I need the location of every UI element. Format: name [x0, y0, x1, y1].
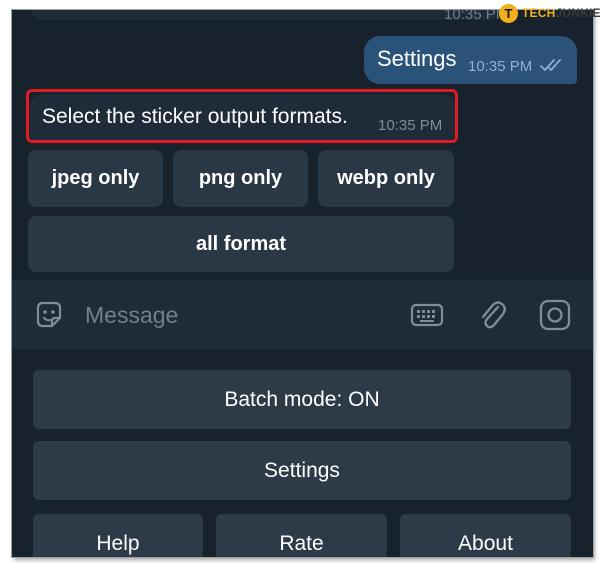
message-input-bar: Message: [12, 280, 593, 350]
all-format-button[interactable]: all format: [28, 216, 454, 272]
webp-only-button[interactable]: webp only: [318, 150, 454, 207]
help-button[interactable]: Help: [33, 514, 203, 557]
techjunkie-logo: T: [499, 3, 518, 23]
message-input[interactable]: Message: [85, 302, 178, 329]
keyboard-icon[interactable]: [410, 301, 444, 329]
batch-mode-button[interactable]: Batch mode: ON: [33, 370, 571, 429]
double-check-icon: [540, 59, 561, 72]
rate-button[interactable]: Rate: [216, 514, 387, 557]
outgoing-message-time: 10:35 PM: [468, 58, 533, 75]
reply-keyboard: Batch mode: ON Settings Help Rate About: [12, 350, 593, 557]
outgoing-message: Settings 10:35 PM: [364, 36, 577, 84]
outgoing-message-text: Settings: [377, 46, 457, 71]
techjunkie-watermark: T TECHJUNKIE: [499, 3, 601, 23]
settings-button[interactable]: Settings: [33, 441, 571, 500]
about-button[interactable]: About: [400, 514, 571, 557]
previous-message: [30, 10, 500, 20]
chat-area: 10:35 PM Settings 10:35 PM Select the st…: [12, 10, 593, 280]
watermark-brand-part2: JUNKIE: [555, 6, 601, 20]
png-only-button[interactable]: png only: [173, 150, 308, 207]
jpeg-only-button[interactable]: jpeg only: [28, 150, 163, 207]
telegram-window: 10:35 PM Settings 10:35 PM Select the st…: [12, 10, 593, 557]
sticker-icon[interactable]: [33, 299, 65, 331]
attach-icon[interactable]: [477, 297, 507, 333]
camera-icon[interactable]: [539, 299, 571, 331]
watermark-brand-part1: TECH: [522, 6, 556, 20]
highlight-box: [26, 89, 458, 143]
